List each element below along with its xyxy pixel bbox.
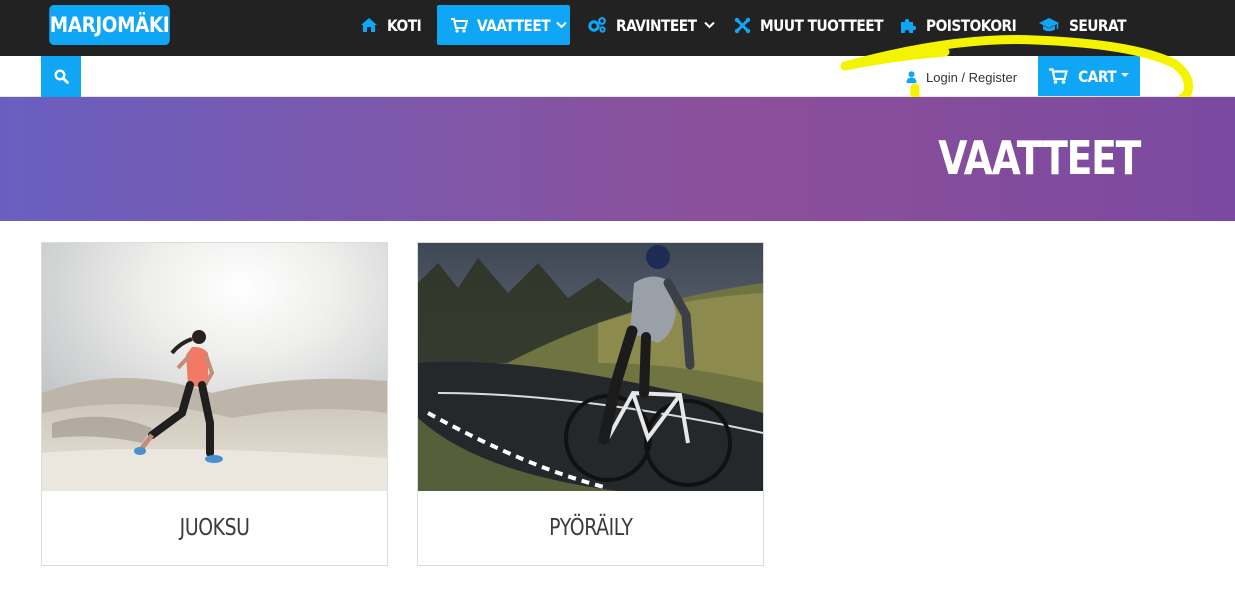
nav-item-koti[interactable]: KOTI xyxy=(360,5,430,45)
graduation-cap-icon xyxy=(1038,17,1060,33)
category-image-cyclist[interactable] xyxy=(418,243,763,491)
site-logo[interactable]: MARJOMÄKI xyxy=(49,5,170,45)
cart-label: CART xyxy=(1078,66,1117,86)
home-icon xyxy=(360,17,378,33)
top-navbar: MARJOMÄKI KOTI VAATTEET RAVINTEET MUUT T… xyxy=(0,0,1235,56)
category-label[interactable]: PYÖRÄILY xyxy=(418,491,763,565)
chevron-down-icon xyxy=(703,21,715,29)
joomla-icon xyxy=(734,17,751,34)
gears-icon xyxy=(587,17,607,33)
page-hero-banner: VAATTEET xyxy=(0,97,1235,221)
login-register-link[interactable]: Login / Register xyxy=(906,68,1017,86)
utility-bar: Login / Register CART xyxy=(0,56,1235,97)
page-title: VAATTEET xyxy=(938,131,1141,185)
category-label[interactable]: JUOKSU xyxy=(42,491,387,565)
nav-item-poistokori[interactable]: POISTOKORI xyxy=(900,5,1017,45)
search-icon xyxy=(53,69,69,84)
caret-down-icon xyxy=(1120,73,1129,77)
category-image-runner[interactable] xyxy=(42,243,387,491)
search-button[interactable] xyxy=(41,56,81,97)
cart-button[interactable]: CART xyxy=(1038,56,1140,96)
category-card-juoksu[interactable]: JUOKSU xyxy=(41,242,388,566)
nav-item-vaatteet[interactable]: VAATTEET xyxy=(437,5,570,45)
puzzle-icon xyxy=(900,17,917,34)
user-icon xyxy=(906,71,917,83)
nav-item-ravinteet[interactable]: RAVINTEET xyxy=(587,5,715,45)
nav-item-muut-tuotteet[interactable]: MUUT TUOTTEET xyxy=(734,5,884,45)
category-card-pyoraily[interactable]: PYÖRÄILY xyxy=(417,242,764,566)
chevron-down-icon xyxy=(556,21,567,29)
nav-item-seurat[interactable]: SEURAT xyxy=(1038,5,1128,45)
login-register-label: Login / Register xyxy=(926,69,1018,85)
cart-icon xyxy=(451,17,468,33)
cart-icon xyxy=(1049,68,1069,84)
